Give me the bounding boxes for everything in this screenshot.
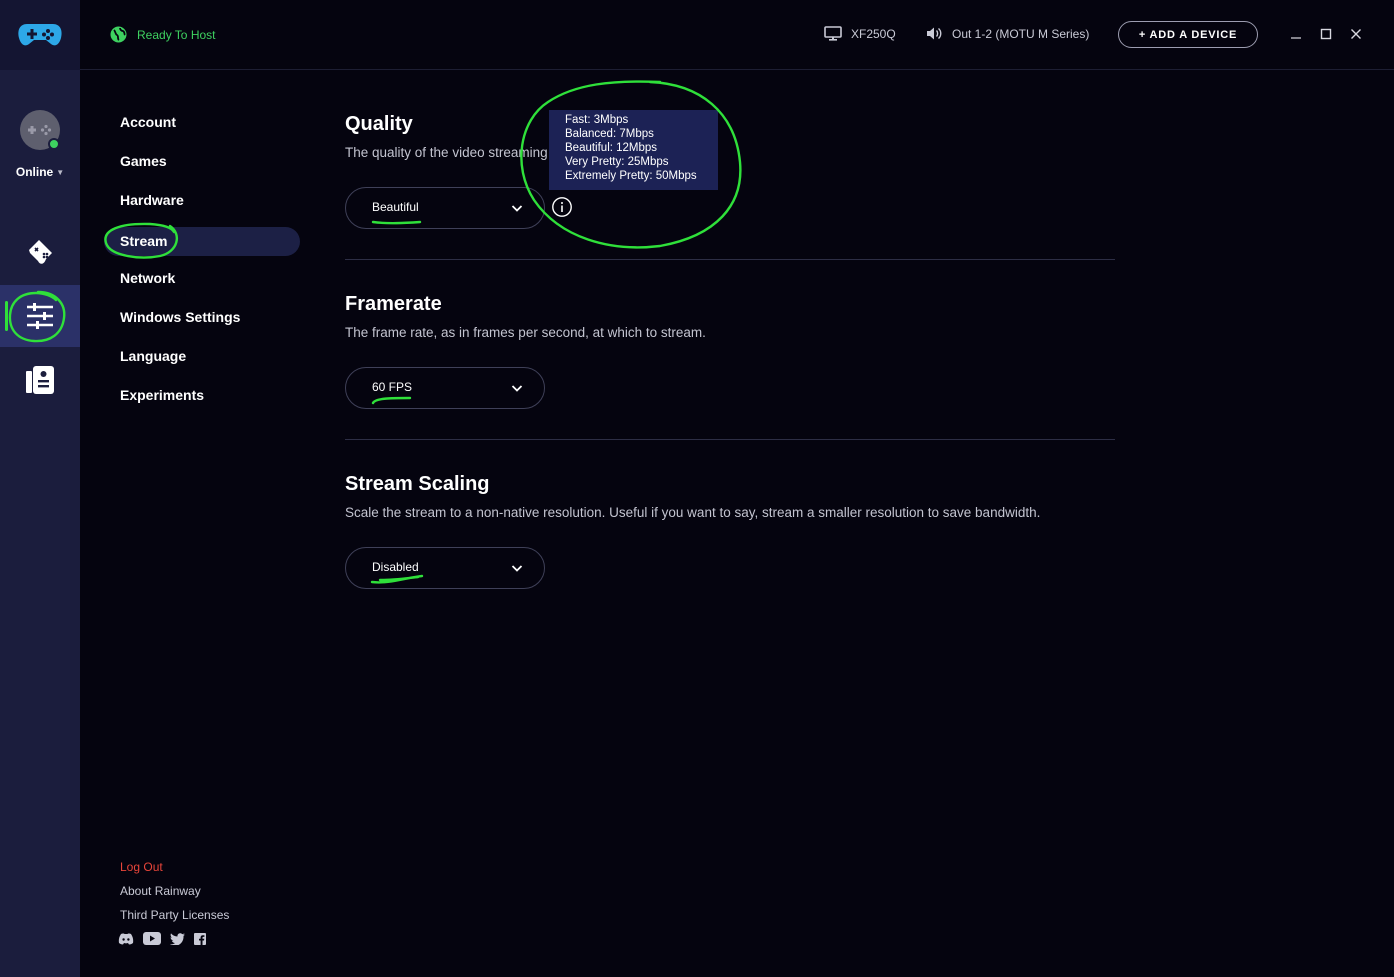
discord-icon[interactable]: [118, 933, 134, 945]
caret-down-icon: ▼: [56, 168, 65, 177]
tooltip-line: Extremely Pretty: 50Mbps: [565, 170, 697, 182]
speaker-icon: [927, 27, 942, 40]
scaling-title: Stream Scaling: [345, 473, 490, 495]
quality-select-value: Beautiful: [372, 200, 419, 214]
rainway-logo[interactable]: [0, 0, 80, 70]
facebook-icon[interactable]: [194, 932, 206, 945]
gamepad-logo-icon: [18, 24, 62, 46]
audio-device[interactable]: Out 1-2 (MOTU M Series): [926, 26, 1089, 41]
section-divider: [345, 259, 1115, 260]
youtube-icon[interactable]: [143, 932, 161, 945]
rail-item-settings[interactable]: [0, 285, 80, 347]
twitter-icon[interactable]: [170, 932, 185, 945]
tooltip-line: Balanced: 7Mbps: [565, 128, 654, 140]
rail-item-games[interactable]: [0, 221, 80, 283]
left-rail: Online ▼: [0, 0, 80, 977]
settings-sliders-icon: [27, 303, 53, 329]
display-device-label: XF250Q: [851, 26, 896, 41]
minimize-icon: [1291, 37, 1301, 39]
nav-item-hardware[interactable]: Hardware: [104, 186, 300, 215]
host-status-label: Ready To Host: [137, 27, 216, 42]
nav-item-network[interactable]: Network: [104, 264, 300, 293]
quality-select[interactable]: Beautiful: [345, 187, 545, 229]
chevron-down-icon: [511, 565, 523, 572]
nav-item-games[interactable]: Games: [104, 147, 300, 176]
maximize-button[interactable]: [1316, 24, 1336, 44]
tooltip-line: Very Pretty: 25Mbps: [565, 156, 669, 168]
close-icon: [1351, 29, 1361, 39]
licenses-link[interactable]: Third Party Licenses: [120, 908, 229, 922]
rail-item-news[interactable]: [0, 349, 80, 411]
logout-link[interactable]: Log Out: [120, 860, 163, 874]
quality-description: The quality of the video streaming: [345, 145, 548, 160]
framerate-select-value: 60 FPS: [372, 380, 413, 394]
tooltip-line: Beautiful: 12Mbps: [565, 142, 658, 154]
framerate-description: The frame rate, as in frames per second,…: [345, 325, 706, 340]
add-device-label: + ADD A DEVICE: [1138, 28, 1238, 41]
close-button[interactable]: [1346, 24, 1366, 44]
host-status: Ready To Host: [110, 26, 216, 43]
scaling-description: Scale the stream to a non-native resolut…: [345, 505, 1041, 520]
user-status-dropdown[interactable]: Online ▼: [0, 165, 80, 179]
chevron-down-icon: [511, 385, 523, 392]
social-links: [118, 932, 206, 945]
minimize-button[interactable]: [1286, 24, 1306, 44]
display-device[interactable]: XF250Q: [824, 26, 896, 41]
framerate-select[interactable]: 60 FPS: [345, 367, 545, 409]
topbar-divider: [80, 69, 1394, 70]
add-device-button[interactable]: + ADD A DEVICE: [1118, 21, 1258, 48]
user-status-label: Online: [15, 165, 54, 179]
maximize-icon: [1320, 28, 1332, 40]
nav-item-stream[interactable]: Stream: [104, 227, 300, 256]
section-divider: [345, 439, 1115, 440]
info-icon[interactable]: [551, 196, 573, 218]
monitor-icon: [824, 26, 842, 41]
nav-item-windows-settings[interactable]: Windows Settings: [104, 303, 300, 332]
tooltip-line: Fast: 3Mbps: [565, 114, 629, 126]
nav-item-experiments[interactable]: Experiments: [104, 381, 300, 410]
online-status-dot: [48, 138, 60, 150]
nav-item-account[interactable]: Account: [104, 108, 300, 137]
globe-icon: [110, 26, 127, 43]
scaling-select-value: Disabled: [372, 560, 419, 574]
chevron-down-icon: [511, 205, 523, 212]
audio-device-label: Out 1-2 (MOTU M Series): [952, 26, 1090, 41]
scaling-select[interactable]: Disabled: [345, 547, 545, 589]
nav-item-language[interactable]: Language: [104, 342, 300, 371]
games-icon: [29, 240, 52, 264]
news-feed-icon: [26, 366, 54, 394]
framerate-title: Framerate: [345, 293, 442, 315]
about-link[interactable]: About Rainway: [120, 884, 201, 898]
quality-tooltip: Fast: 3Mbps Balanced: 7Mbps Beautiful: 1…: [549, 110, 718, 190]
gamepad-avatar-icon: [28, 124, 52, 136]
quality-title: Quality: [345, 113, 413, 135]
